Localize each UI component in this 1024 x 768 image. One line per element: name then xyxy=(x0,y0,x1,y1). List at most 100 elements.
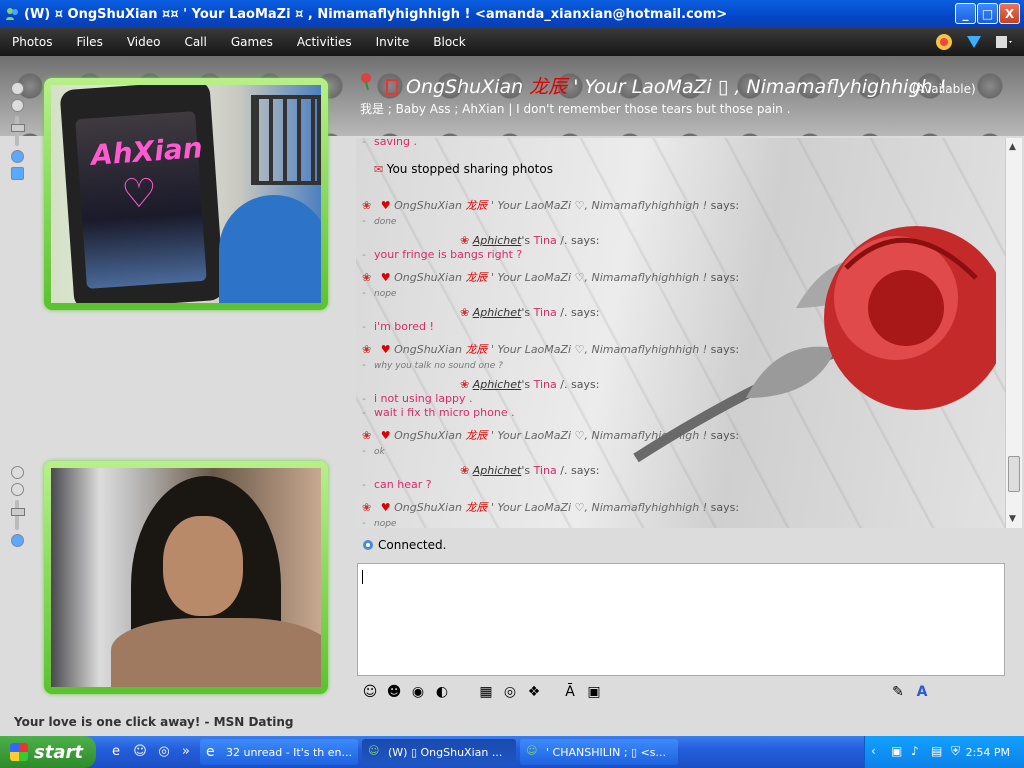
volume-slider[interactable] xyxy=(11,116,25,146)
microphone-icon[interactable] xyxy=(10,534,24,547)
my-message: can hear ? xyxy=(362,478,432,491)
network-icon xyxy=(363,540,373,550)
backgrounds-icon[interactable] xyxy=(934,32,954,52)
wink-icon[interactable]: ☻ xyxy=(385,683,403,701)
close-button[interactable]: X xyxy=(999,3,1020,24)
sender-name-highlight: Tina xyxy=(533,306,561,319)
contact-says-line: ❀ ♥ OngShuXian 龙辰 ' Your LaoMaZi ♡, Nima… xyxy=(362,341,739,357)
rose-background-image xyxy=(633,226,996,463)
scroll-up-icon[interactable]: ▲ xyxy=(1009,142,1016,152)
connection-status: Connected. xyxy=(362,538,446,552)
webcam-icon[interactable] xyxy=(10,483,24,496)
sender-name-possessive: 's xyxy=(521,378,534,391)
sender-name-possessive: 's xyxy=(521,464,534,477)
contact-name[interactable]: OngShuXian 龙辰 ' Your LaoMaZi ▯ , Nimamaf… xyxy=(386,72,946,99)
title-bar: (W) ¤ OngShuXian ¤¤ ' Your LaoMaZi ¤ , N… xyxy=(0,0,1024,28)
msn-messenger-icon: ☺ xyxy=(526,744,538,757)
screenshot-icon[interactable]: ▣ xyxy=(585,683,603,701)
scroll-end-icon[interactable]: ▼ xyxy=(1009,514,1016,524)
messenger-quicklaunch-icon[interactable]: ☺ xyxy=(132,744,148,760)
taskbar-item-browser[interactable]: e 32 unread - It's th en... xyxy=(200,739,358,765)
ad-text[interactable]: Your love is one click away! - MSN Datin… xyxy=(14,715,294,729)
personal-message: 我是 ; Baby Ass ; AhXian | I don't remembe… xyxy=(360,102,791,116)
rose-icon: ❀ xyxy=(362,429,372,442)
handwriting-icon[interactable]: ✎ xyxy=(889,683,907,701)
security-shield-icon[interactable]: ⛨ xyxy=(951,744,960,759)
my-message: saving . xyxy=(362,138,417,148)
says-label: says: xyxy=(710,429,740,442)
message-text: nope xyxy=(373,519,397,528)
activities-icon[interactable]: ❖ xyxy=(525,683,543,701)
games-icon[interactable]: ◎ xyxy=(501,683,519,701)
voice-clip-icon[interactable]: ◐ xyxy=(433,683,451,701)
menu-call[interactable]: Call xyxy=(172,35,218,49)
contact-says-line: ❀ ♥ OngShuXian 龙辰 ' Your LaoMaZi ♡, Nima… xyxy=(362,269,739,285)
message-text: i'm bored ! xyxy=(373,320,434,333)
message-text: can hear ? xyxy=(373,478,432,491)
chat-history[interactable]: saving . ✉ You stopped sharing photos ❀ ♥ … xyxy=(356,138,1005,528)
me-says-line: ❀ Aphichet's Tina /. says: xyxy=(460,378,599,391)
says-label: says: xyxy=(570,464,600,477)
contact-message: why you talk no sound one ? xyxy=(362,358,503,371)
sender-name-highlight: Tina xyxy=(533,234,561,247)
mic-volume-slider[interactable] xyxy=(11,500,25,530)
message-text: nope xyxy=(373,289,397,299)
sender-name: OngShuXian xyxy=(394,429,466,442)
says-label: says: xyxy=(710,271,740,284)
volume-icon[interactable]: ♪ xyxy=(911,744,919,758)
menu-files[interactable]: Files xyxy=(64,35,114,49)
emoticon-icon[interactable]: ☺ xyxy=(361,683,379,701)
menu-photos[interactable]: Photos xyxy=(0,35,64,49)
background-grid-icon[interactable]: ▦ xyxy=(477,683,495,701)
more-quicklaunch-icon[interactable]: » xyxy=(178,744,194,760)
nudge-icon[interactable]: ◉ xyxy=(409,683,427,701)
scroll-thumb[interactable] xyxy=(1008,456,1020,492)
browser-quicklaunch-icon[interactable]: ◎ xyxy=(156,744,172,760)
start-button[interactable]: start xyxy=(0,736,96,768)
winks-icon[interactable] xyxy=(964,32,984,52)
message-text: your fringe is bangs right ? xyxy=(373,248,523,261)
menu-block[interactable]: Block xyxy=(421,35,477,49)
menu-invite[interactable]: Invite xyxy=(364,35,422,49)
sender-name-chinese: 龙辰 xyxy=(465,343,491,356)
popout-icon[interactable] xyxy=(10,167,24,180)
menu-activities[interactable]: Activities xyxy=(285,35,364,49)
font-icon[interactable]: Ā xyxy=(561,683,579,701)
tray-app-icon[interactable]: ▣ xyxy=(891,744,902,758)
me-says-line: ❀ Aphichet's Tina /. says: xyxy=(460,234,599,247)
system-message: ✉ You stopped sharing photos xyxy=(374,162,553,176)
rose-icon: ❀ xyxy=(362,501,372,514)
menu-games[interactable]: Games xyxy=(219,35,285,49)
maximize-button[interactable]: □ xyxy=(977,3,998,24)
tray-expand-icon[interactable]: ‹ xyxy=(871,744,876,758)
internet-explorer-icon: e xyxy=(206,744,215,760)
taskbar-item-conversation[interactable]: ☺ ' CHANSHILIN ; ▯ <s... xyxy=(520,739,678,765)
rose-icon: ❀ xyxy=(460,234,470,247)
sender-name: Aphichet xyxy=(472,234,522,247)
taskbar-item-conversation-active[interactable]: ☺ (W) ▯ OngShuXian ... xyxy=(362,739,516,765)
clock[interactable]: 2:54 PM xyxy=(966,746,1010,759)
contact-webcam-frame: AhXian ♡ xyxy=(44,78,328,310)
options-menu-icon[interactable] xyxy=(994,32,1014,52)
heart-icon: ♡ xyxy=(121,171,157,217)
minimize-button[interactable]: _ xyxy=(955,3,976,24)
menu-video[interactable]: Video xyxy=(115,35,173,49)
message-input[interactable] xyxy=(357,563,1005,676)
text-format-icon[interactable]: A xyxy=(913,683,931,701)
contact-message: ok xyxy=(362,444,385,457)
sender-name-suffix: /. xyxy=(560,306,571,319)
sender-name-suffix: ' Your LaoMaZi ♡, Nimamaflyhighhigh ! xyxy=(490,429,711,442)
chevron-down-icon[interactable] xyxy=(10,466,24,479)
contact-message: nope xyxy=(362,516,396,528)
chevron-down-icon[interactable] xyxy=(10,82,24,95)
webcam-icon[interactable] xyxy=(10,99,24,112)
my-webcam-view xyxy=(51,468,321,687)
chat-scrollbar[interactable]: ▲ ▼ xyxy=(1005,138,1022,528)
speaker-icon[interactable] xyxy=(10,150,24,163)
envelope-icon: ✉ xyxy=(374,163,384,176)
network-tray-icon[interactable]: ▤ xyxy=(931,744,942,758)
sender-name: Aphichet xyxy=(472,378,522,391)
internet-explorer-icon[interactable]: e xyxy=(108,744,124,760)
says-label: says: xyxy=(570,306,600,319)
task-label: ' CHANSHILIN ; ▯ <s... xyxy=(546,745,667,759)
